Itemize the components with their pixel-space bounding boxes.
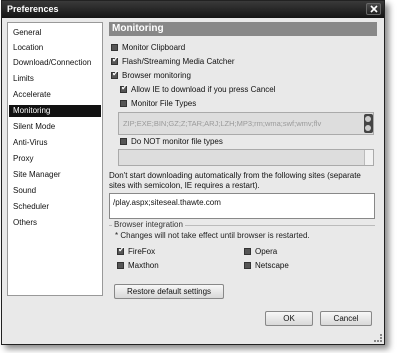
resize-grip-icon[interactable]	[374, 334, 382, 342]
excluded-types-input[interactable]	[118, 149, 374, 166]
sidebar-item-accelerate[interactable]: Accelerate	[9, 89, 101, 101]
file-types-input[interactable]: ZIP;EXE;BIN;GZ;Z;TAR;ARJ;LZH;MP3;rm;wma;…	[118, 112, 374, 135]
sidebar-item-limits[interactable]: Limits	[9, 73, 101, 85]
opera-label: Opera	[255, 247, 278, 256]
flash-streaming-label: Flash/Streaming Media Catcher	[122, 57, 235, 66]
monitor-file-types-label: Monitor File Types	[131, 99, 197, 108]
checkmark-icon: ✔	[112, 69, 119, 78]
browser-monitoring-label: Browser monitoring	[122, 71, 191, 80]
do-not-monitor-label: Do NOT monitor file types	[131, 137, 223, 146]
browser-monitoring-checkbox[interactable]: ✔	[111, 69, 119, 79]
excluded-sites-input[interactable]: /play.aspx;siteseal.thawte.com	[109, 193, 375, 219]
window-title: Preferences	[7, 4, 59, 14]
checkmark-icon: ✔	[112, 55, 119, 64]
section-title: Monitoring	[109, 22, 377, 36]
maxthon-checkbox[interactable]	[117, 262, 124, 269]
sidebar-item-download-connection[interactable]: Download/Connection	[9, 57, 101, 69]
ok-button[interactable]: OK	[265, 311, 313, 326]
browser-integration-note: * Changes will not take effect until bro…	[115, 231, 310, 240]
preferences-window: Preferences General Location Download/Co…	[1, 0, 385, 345]
close-button[interactable]	[366, 3, 381, 15]
browser-integration-legend: Browser integration	[112, 220, 185, 229]
sidebar-item-monitoring[interactable]: Monitoring	[9, 105, 101, 117]
file-types-spinner[interactable]	[364, 114, 373, 133]
sites-instructions: Don't start downloading automatically fr…	[109, 171, 361, 190]
category-list[interactable]: General Location Download/Connection Lim…	[7, 22, 103, 296]
checkmark-icon: ✔	[118, 245, 125, 254]
sidebar-item-scheduler[interactable]: Scheduler	[9, 201, 101, 213]
allow-ie-checkbox[interactable]: ✔	[120, 83, 128, 93]
allow-ie-label: Allow IE to download if you press Cancel	[131, 85, 276, 94]
sidebar-item-sound[interactable]: Sound	[9, 185, 101, 197]
checkmark-icon: ✔	[121, 83, 128, 92]
sidebar-item-general[interactable]: General	[9, 27, 101, 39]
monitor-file-types-checkbox[interactable]	[120, 100, 127, 107]
sidebar-item-silent-mode[interactable]: Silent Mode	[9, 121, 101, 133]
firefox-checkbox[interactable]: ✔	[117, 245, 125, 255]
firefox-label: FireFox	[128, 247, 156, 256]
monitor-clipboard-checkbox[interactable]	[111, 44, 118, 51]
title-bar[interactable]: Preferences	[2, 1, 384, 18]
spin-up-icon	[365, 116, 371, 122]
maxthon-label: Maxthon	[128, 261, 159, 270]
spin-down-icon	[365, 125, 371, 131]
monitoring-panel: Monitoring Monitor Clipboard ✔ Flash/Str…	[109, 22, 379, 302]
sidebar-item-site-manager[interactable]: Site Manager	[9, 169, 101, 181]
close-icon	[369, 5, 378, 13]
excluded-types-scrollbar[interactable]	[364, 150, 373, 165]
sidebar-item-anti-virus[interactable]: Anti-Virus	[9, 137, 101, 149]
netscape-label: Netscape	[255, 261, 289, 270]
cancel-button[interactable]: Cancel	[320, 311, 372, 326]
sidebar-item-location[interactable]: Location	[9, 42, 101, 54]
opera-checkbox[interactable]	[244, 248, 251, 255]
flash-streaming-checkbox[interactable]: ✔	[111, 55, 119, 65]
do-not-monitor-checkbox[interactable]	[120, 138, 127, 145]
sidebar-item-proxy[interactable]: Proxy	[9, 153, 101, 165]
restore-defaults-button[interactable]: Restore default settings	[114, 284, 224, 299]
netscape-checkbox[interactable]	[244, 262, 251, 269]
monitor-clipboard-label: Monitor Clipboard	[122, 43, 186, 52]
sidebar-item-others[interactable]: Others	[9, 217, 101, 229]
